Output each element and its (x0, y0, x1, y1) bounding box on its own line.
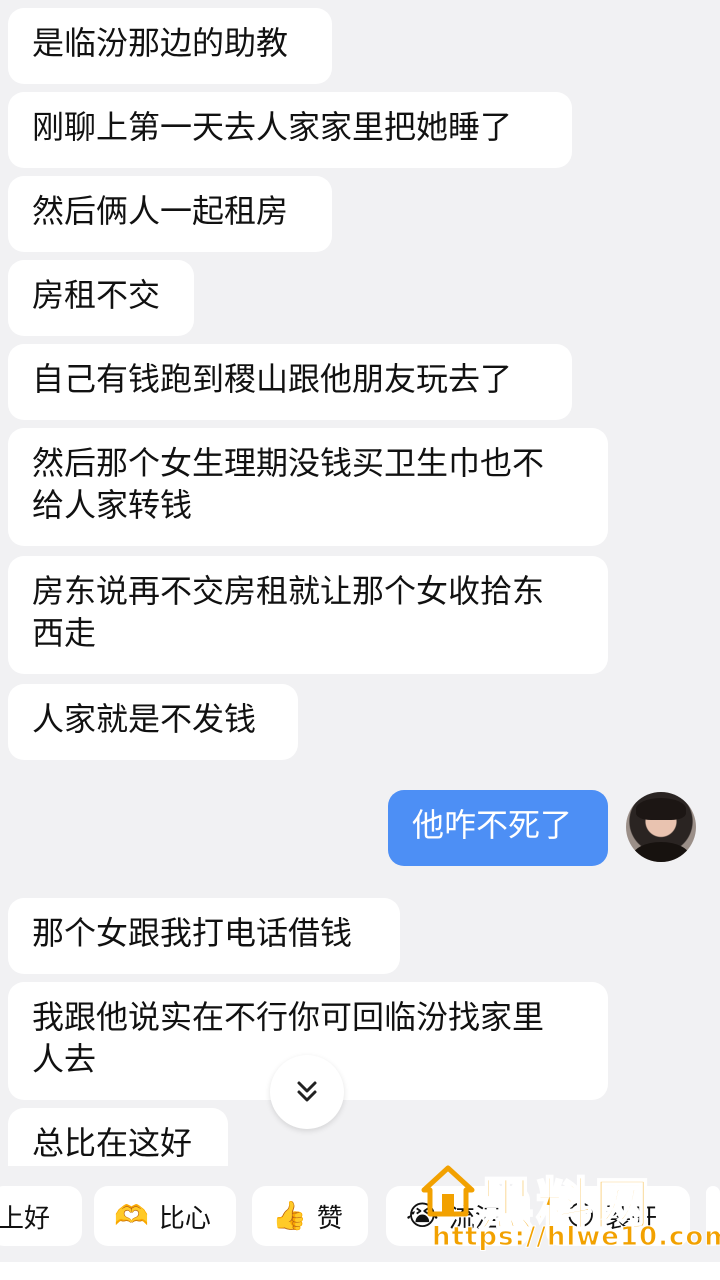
avatar[interactable] (626, 792, 696, 862)
quick-reply-label: 裂开 (605, 1203, 658, 1234)
input-bar-edge (0, 1262, 720, 1280)
message-bubble-incoming[interactable]: 人家就是不发钱 (8, 684, 298, 760)
message-bubble-incoming[interactable]: 然后俩人一起租房 (8, 176, 332, 252)
quick-reply-label: 赞 (316, 1203, 343, 1234)
avatar-hair (636, 798, 686, 820)
heart-hands-icon: 🫶 (114, 1199, 149, 1232)
double-chevron-down-icon (297, 1081, 317, 1102)
scroll-down-button[interactable] (270, 1055, 344, 1129)
message-bubble-incoming[interactable]: 是临汾那边的助教 (8, 8, 332, 84)
quick-reply-label: 比心 (158, 1203, 211, 1234)
quick-reply-label: 上好 (0, 1203, 51, 1234)
quick-reply-chip[interactable]: 😵 裂开 (546, 1186, 690, 1246)
cracked-face-icon: 😵 (566, 1199, 596, 1232)
message-bubble-incoming[interactable]: 然后那个女生理期没钱买卫生巾也不 给人家转钱 (8, 428, 608, 546)
message-bubble-incoming[interactable]: 自己有钱跑到稷山跟他朋友玩去了 (8, 344, 572, 420)
avatar-body (632, 842, 690, 862)
crying-face-icon: 😭 (406, 1199, 439, 1232)
message-bubble-incoming[interactable]: 刚聊上第一天去人家家里把她睡了 (8, 92, 572, 168)
quick-reply-chip[interactable]: 上好 (0, 1186, 82, 1246)
message-bubble-outgoing[interactable]: 他咋不死了 (388, 790, 608, 866)
message-bubble-incoming[interactable]: 房东说再不交房租就让那个女收拾东 西走 (8, 556, 608, 674)
quick-reply-chip[interactable]: 😭 流泪 (386, 1186, 530, 1246)
quick-reply-chip[interactable]: 🫶 比心 (94, 1186, 236, 1246)
message-bubble-incoming[interactable]: 房租不交 (8, 260, 194, 336)
quick-reply-chip[interactable]: 👍 赞 (252, 1186, 368, 1246)
thumbs-up-icon: 👍 (272, 1199, 307, 1232)
message-bubble-incoming[interactable]: 那个女跟我打电话借钱 (8, 898, 400, 974)
quick-reply-chip-partial[interactable] (706, 1186, 720, 1246)
quick-reply-label: 流泪 (448, 1203, 501, 1234)
